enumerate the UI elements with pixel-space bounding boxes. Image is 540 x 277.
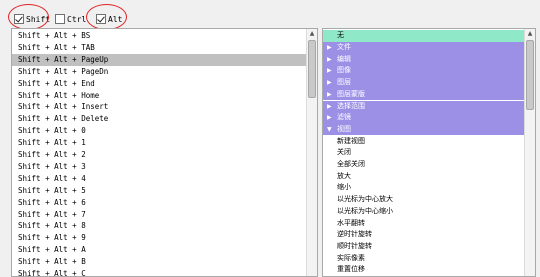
shortcut-item[interactable]: Shift + Alt + 7 [12, 209, 306, 221]
tree-command-item[interactable]: 放大 [323, 170, 526, 183]
tree-command-item[interactable]: 缩小 [323, 182, 526, 194]
tree-category-label: 选择范围 [337, 101, 365, 110]
shortcut-list[interactable]: Shift + Alt + BS Shift + Alt + TAB Shift +… [11, 28, 318, 277]
tree-command-item[interactable]: 新建视图 [323, 135, 526, 148]
tree-category[interactable]: ▶ 文件 [323, 42, 526, 54]
shortcut-item[interactable]: Shift + Alt + 2 [12, 149, 306, 161]
collapsed-arrow-icon[interactable]: ▶ [327, 42, 332, 54]
shortcut-item[interactable]: Shift + Alt + Insert [12, 101, 306, 113]
tree-scroll-up-arrow-icon[interactable]: ▲ [526, 30, 534, 38]
scroll-up-arrow-icon[interactable]: ▲ [308, 30, 316, 38]
shortcut-item[interactable]: Shift + Alt + End [12, 78, 306, 90]
tree-command-item[interactable]: 重置位移 [323, 264, 526, 276]
shift-check-box-square[interactable] [14, 14, 24, 24]
alt-check-box-square[interactable] [96, 14, 106, 24]
tree-command-item[interactable]: 关闭 [323, 147, 526, 159]
collapsed-arrow-icon[interactable]: ▶ [327, 89, 332, 101]
tree-command-item[interactable]: 实际像素 [323, 252, 526, 265]
tree-category-label: 图层蒙版 [337, 89, 365, 98]
shift-checkbox[interactable]: Shift [14, 12, 50, 26]
tree-category-label: 编辑 [337, 54, 351, 63]
shift-label: Shift [26, 14, 51, 24]
expanded-arrow-icon[interactable]: ▼ [327, 124, 332, 136]
collapsed-arrow-icon[interactable]: ▶ [327, 101, 332, 113]
shortcut-item[interactable]: Shift + Alt + 4 [12, 173, 306, 185]
tree-command-item[interactable]: 顺时针旋转 [323, 240, 526, 253]
shortcut-item[interactable]: Shift + Alt + C [12, 268, 306, 276]
tree-command-item[interactable]: 逆时针旋转 [323, 229, 526, 241]
collapsed-arrow-icon[interactable]: ▶ [327, 77, 332, 89]
shortcut-item[interactable]: Shift + Alt + 3 [12, 161, 306, 173]
shortcut-item[interactable]: Shift + Alt + 1 [12, 137, 306, 149]
ctrl-checkbox[interactable]: Ctrl [55, 12, 86, 26]
tree-command-item[interactable]: 以光标为中心缩小 [323, 205, 526, 218]
alt-checkbox[interactable]: Alt [96, 12, 122, 26]
shortcut-list-scrollbar[interactable]: ▲ [306, 29, 317, 276]
tree-command-item[interactable]: 全部关闭 [323, 159, 526, 171]
collapsed-arrow-icon[interactable]: ▶ [327, 65, 332, 77]
command-tree[interactable]: 无 ▶ 文件 ▶ 编辑 ▶ 图像 ▶ 图层 ▶ 图层蒙版 ▶ 选择范围 ▶ 滤镜 ▼ 视图 新建视图 关闭 全部关闭放… [322, 28, 536, 277]
collapsed-arrow-icon[interactable]: ▶ [327, 54, 332, 66]
shortcut-item[interactable]: Shift + Alt + 0 [12, 125, 306, 137]
scroll-thumb[interactable] [308, 40, 316, 98]
shortcut-item[interactable]: Shift + Alt + 5 [12, 185, 306, 197]
shortcut-item[interactable]: Shift + Alt + A [12, 244, 306, 256]
shortcut-item[interactable]: Shift + Alt + PageUp [12, 53, 306, 66]
tree-category[interactable]: ▶ 选择范围 [323, 100, 526, 113]
collapsed-arrow-icon[interactable]: ▶ [327, 112, 332, 124]
tree-command-item[interactable]: 水平翻转 [323, 217, 526, 229]
tree-scroll-thumb[interactable] [526, 40, 534, 110]
tree-category-label: 图像 [337, 66, 351, 75]
tree-category[interactable]: ▼ 视图 [323, 123, 526, 136]
tree-category[interactable]: ▶ 图像 [323, 65, 526, 77]
tree-category-label: 文件 [337, 43, 351, 51]
tree-category[interactable]: ▶ 图层蒙版 [323, 88, 526, 101]
shortcut-item[interactable]: Shift + Alt + 6 [12, 197, 306, 209]
shortcut-item[interactable]: Shift + Alt + B [12, 256, 306, 268]
tree-category-label: 视图 [337, 124, 351, 133]
shortcut-item[interactable]: Shift + Alt + TAB [12, 42, 306, 54]
tree-category[interactable]: ▶ 编辑 [323, 53, 526, 66]
tree-category-label: 滤镜 [337, 113, 351, 122]
tree-category-label: 图层 [337, 78, 351, 87]
ctrl-check-box-square[interactable] [55, 14, 65, 24]
tree-item-none[interactable]: 无 [323, 30, 526, 42]
shortcut-item[interactable]: Shift + Alt + PageDn [12, 66, 306, 78]
tree-category[interactable]: ▶ 图层 [323, 77, 526, 89]
tree-category[interactable]: ▶ 滤镜 [323, 112, 526, 124]
shortcut-item[interactable]: Shift + Alt + Home [12, 90, 306, 102]
ctrl-label: Ctrl [67, 14, 87, 24]
shortcut-item[interactable]: Shift + Alt + 8 [12, 220, 306, 232]
shortcut-item[interactable]: Shift + Alt + 9 [12, 232, 306, 244]
alt-label: Alt [108, 14, 123, 24]
shortcut-item[interactable]: Shift + Alt + BS [12, 30, 306, 42]
shortcut-item[interactable]: Shift + Alt + Delete [12, 113, 306, 125]
command-tree-scrollbar[interactable]: ▲ [524, 29, 535, 276]
tree-command-item[interactable]: 以光标为中心放大 [323, 194, 526, 206]
